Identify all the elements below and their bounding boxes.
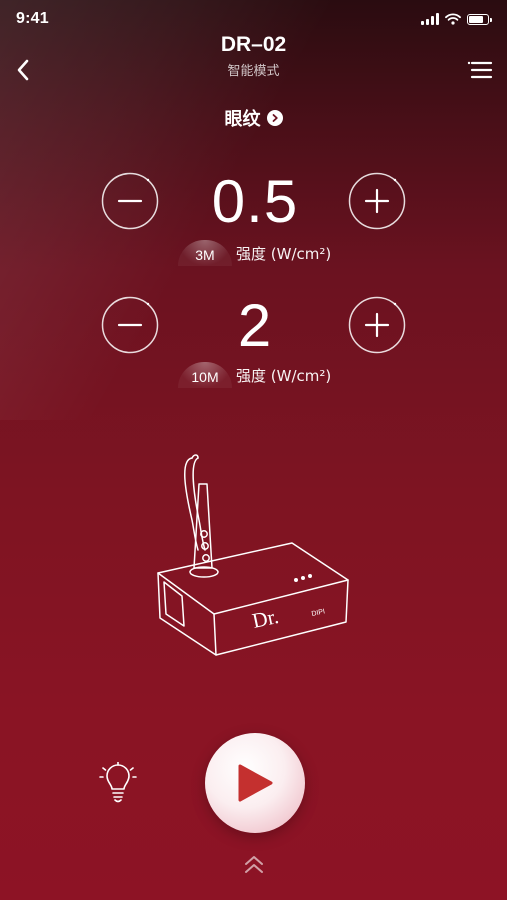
signal-icon [421, 13, 439, 25]
device-small-text: DIPI [311, 608, 326, 618]
battery-icon [467, 13, 492, 25]
status-icons [421, 13, 492, 25]
lightbulb-icon[interactable] [98, 762, 138, 804]
play-icon [238, 764, 273, 802]
double-chevron-up-icon[interactable] [242, 853, 266, 877]
device-illustration: Dr. DIPI [157, 454, 349, 656]
intensity-info: 3M 强度 (W/cm²) [178, 240, 331, 266]
frequency-badge: 10M [178, 362, 232, 388]
intensity-value: 2 [237, 292, 273, 359]
decrease-intensity-button[interactable] [101, 172, 159, 230]
status-time: 9:41 [16, 10, 49, 27]
intensity-info: 10M 强度 (W/cm²) [178, 362, 331, 388]
decrease-intensity-button[interactable] [101, 296, 159, 354]
increase-intensity-button[interactable] [348, 172, 406, 230]
menu-icon[interactable] [467, 58, 493, 82]
device-brand-text: Dr. [250, 604, 281, 633]
page-subtitle: 智能模式 [227, 64, 280, 79]
play-button[interactable] [205, 733, 305, 833]
mode-selector[interactable]: 眼纹 [0, 105, 507, 131]
battery-level [469, 15, 483, 23]
page-title: DR–02 [220, 33, 287, 56]
intensity-unit: 强度 (W/cm²) [236, 244, 332, 263]
frequency-badge: 3M [178, 240, 232, 266]
intensity-unit: 强度 (W/cm²) [236, 366, 332, 385]
chevron-right-circle-icon [266, 110, 283, 126]
wifi-icon [445, 13, 461, 25]
increase-intensity-button[interactable] [348, 296, 406, 354]
intensity-value: 0.5 [211, 168, 299, 235]
mode-label: 眼纹 [224, 109, 261, 130]
